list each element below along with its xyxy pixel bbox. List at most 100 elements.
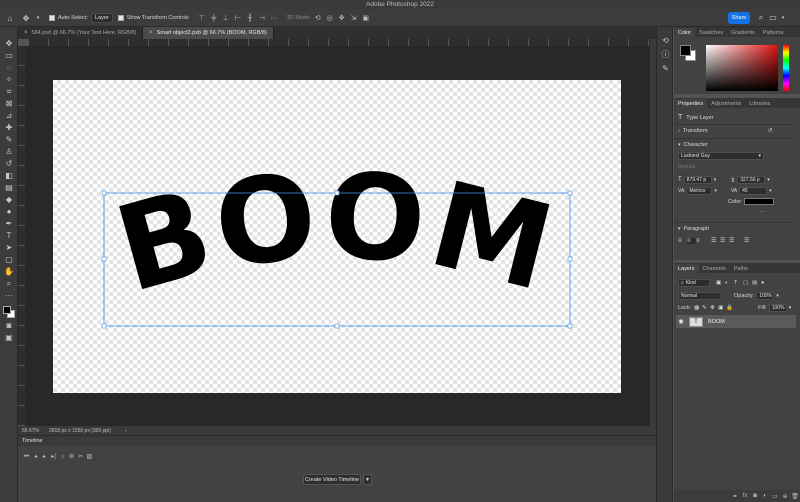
roll-3d-icon[interactable]: ◎: [325, 13, 335, 23]
foreground-color-swatch[interactable]: [3, 306, 11, 314]
brush-tool-icon[interactable]: ✎: [3, 134, 15, 145]
leading-field[interactable]: 327.56 p: [737, 176, 766, 184]
timeline-title[interactable]: Timeline: [22, 438, 43, 444]
chevron-down-icon[interactable]: ▾: [769, 188, 772, 194]
tab-properties[interactable]: Properties: [674, 99, 708, 108]
align-right-text-icon[interactable]: ≡: [696, 238, 705, 244]
filter-smart-object-icon[interactable]: ▤: [752, 280, 761, 286]
crop-tool-icon[interactable]: ⌗: [3, 86, 15, 97]
tab-paths[interactable]: Paths: [730, 264, 752, 273]
add-mask-icon[interactable]: ◙: [750, 493, 760, 499]
chevron-down-icon[interactable]: ▾: [678, 226, 681, 232]
auto-select-dropdown[interactable]: Layer: [90, 13, 113, 23]
gradient-tool-icon[interactable]: ▤: [3, 182, 15, 193]
chevron-down-icon[interactable]: ▾: [714, 188, 717, 194]
transition-icon[interactable]: ▨: [85, 453, 94, 461]
align-bottom-icon[interactable]: ⊥: [221, 13, 231, 23]
create-video-timeline-button[interactable]: Create Video Timeline: [303, 474, 361, 485]
eyedropper-tool-icon[interactable]: ⊿: [3, 110, 15, 121]
vertical-ruler[interactable]: [18, 46, 25, 426]
filter-shape-icon[interactable]: ▢: [743, 280, 752, 286]
lock-pixels-icon[interactable]: ▦: [694, 305, 702, 311]
transform-section-label[interactable]: Transform: [683, 128, 708, 134]
chevron-down-icon[interactable]: ▾: [767, 177, 770, 183]
filter-type-icon[interactable]: T: [734, 280, 743, 286]
more-options-icon[interactable]: ···: [269, 13, 279, 23]
align-middle-icon[interactable]: ╪: [209, 13, 219, 23]
canvas-document[interactable]: [53, 80, 621, 393]
fill-field[interactable]: 100%: [768, 304, 787, 312]
layer-row[interactable]: ◉ T BOOM: [676, 315, 796, 328]
frame-tool-icon[interactable]: ⊠: [3, 98, 15, 109]
slide-3d-icon[interactable]: ⇲: [349, 13, 359, 23]
screen-mode-icon[interactable]: ▣: [3, 332, 15, 343]
eraser-tool-icon[interactable]: ◧: [3, 170, 15, 181]
close-icon[interactable]: ×: [149, 30, 153, 36]
tab-layers[interactable]: Layers: [674, 264, 699, 273]
chevron-down-icon[interactable]: ▾: [789, 305, 792, 311]
play-icon[interactable]: ▸: [40, 453, 49, 461]
timeline-type-dropdown[interactable]: ▾: [363, 474, 372, 485]
align-left-text-icon[interactable]: ≡: [678, 238, 687, 244]
align-center-icon[interactable]: ╫: [245, 13, 255, 23]
justify-last-center-icon[interactable]: ☰: [720, 237, 729, 244]
tab-color[interactable]: Color: [674, 28, 696, 37]
tab-document-2[interactable]: × Smart object2.psb @ 66.7% (BOOM, RGB/8…: [143, 27, 274, 39]
quick-mask-icon[interactable]: ◙: [3, 320, 15, 331]
opacity-field[interactable]: 100%: [756, 292, 775, 300]
history-icon[interactable]: ⟲: [660, 35, 671, 46]
tab-libraries[interactable]: Libraries: [745, 99, 774, 108]
new-layer-icon[interactable]: ⊕: [780, 493, 790, 500]
color-picker-field[interactable]: [706, 45, 778, 91]
horizontal-ruler[interactable]: [28, 39, 650, 46]
foreground-color-chip[interactable]: [680, 45, 691, 56]
previous-frame-icon[interactable]: ◂: [31, 453, 40, 461]
justify-last-right-icon[interactable]: ☰: [729, 237, 738, 244]
hue-slider[interactable]: [783, 45, 789, 91]
paragraph-section-label[interactable]: Paragraph: [684, 226, 710, 232]
zoom-level[interactable]: 66.67%: [22, 428, 39, 434]
audio-icon[interactable]: ♪: [58, 453, 67, 461]
dodge-tool-icon[interactable]: ●: [3, 206, 15, 217]
brush-settings-icon[interactable]: ✎: [660, 63, 671, 74]
tab-adjustments[interactable]: Adjustments: [707, 99, 745, 108]
chevron-down-icon[interactable]: ▾: [678, 142, 681, 148]
tracking-field[interactable]: 45: [739, 187, 768, 195]
reset-icon[interactable]: ↺: [768, 128, 773, 134]
magic-wand-tool-icon[interactable]: ✧: [3, 74, 15, 85]
lasso-tool-icon[interactable]: ◌: [3, 62, 15, 73]
blur-tool-icon[interactable]: ◆: [3, 194, 15, 205]
history-brush-tool-icon[interactable]: ↺: [3, 158, 15, 169]
move-tool-icon[interactable]: ✥: [20, 12, 32, 24]
stamp-tool-icon[interactable]: ♙: [3, 146, 15, 157]
workspace-icon[interactable]: ▭: [768, 13, 778, 23]
align-center-text-icon[interactable]: ≡: [687, 237, 696, 244]
lock-artboard-icon[interactable]: ▣: [718, 305, 726, 311]
auto-select-checkbox[interactable]: [49, 15, 55, 21]
pen-tool-icon[interactable]: ✒: [3, 218, 15, 229]
settings-icon[interactable]: ⚙: [67, 453, 76, 461]
chevron-down-icon[interactable]: ▾: [714, 177, 717, 183]
move-tool-icon[interactable]: ✥: [3, 38, 15, 49]
close-icon[interactable]: ×: [24, 30, 28, 36]
scale-3d-icon[interactable]: ▣: [361, 13, 371, 23]
pan-3d-icon[interactable]: ✥: [337, 13, 347, 23]
eye-icon[interactable]: ◉: [676, 318, 686, 325]
hand-tool-icon[interactable]: ✋: [3, 266, 15, 277]
tab-gradients[interactable]: Gradients: [727, 28, 759, 37]
home-icon[interactable]: ⌂: [4, 12, 16, 24]
lock-all-icon[interactable]: 🔒: [726, 305, 734, 311]
chevron-down-icon[interactable]: ▾: [32, 12, 44, 24]
chevron-right-icon[interactable]: ›: [125, 428, 127, 434]
font-style-dropdown[interactable]: Regular: [678, 164, 696, 170]
tab-document-1[interactable]: × 584.psd @ 66.7% (Your Text Here, RGB/8…: [18, 27, 144, 39]
first-frame-icon[interactable]: ⏮: [22, 453, 31, 461]
more-options-icon[interactable]: ···: [760, 209, 766, 215]
lock-brush-icon[interactable]: ✎: [702, 305, 710, 311]
filter-adjustment-icon[interactable]: ◐: [725, 280, 734, 286]
split-icon[interactable]: ✂: [76, 453, 85, 461]
filter-pixel-icon[interactable]: ▣: [716, 280, 725, 286]
justify-last-left-icon[interactable]: ☰: [711, 237, 720, 244]
adjustment-layer-icon[interactable]: ◐: [760, 493, 770, 499]
tab-channels[interactable]: Channels: [699, 264, 730, 273]
